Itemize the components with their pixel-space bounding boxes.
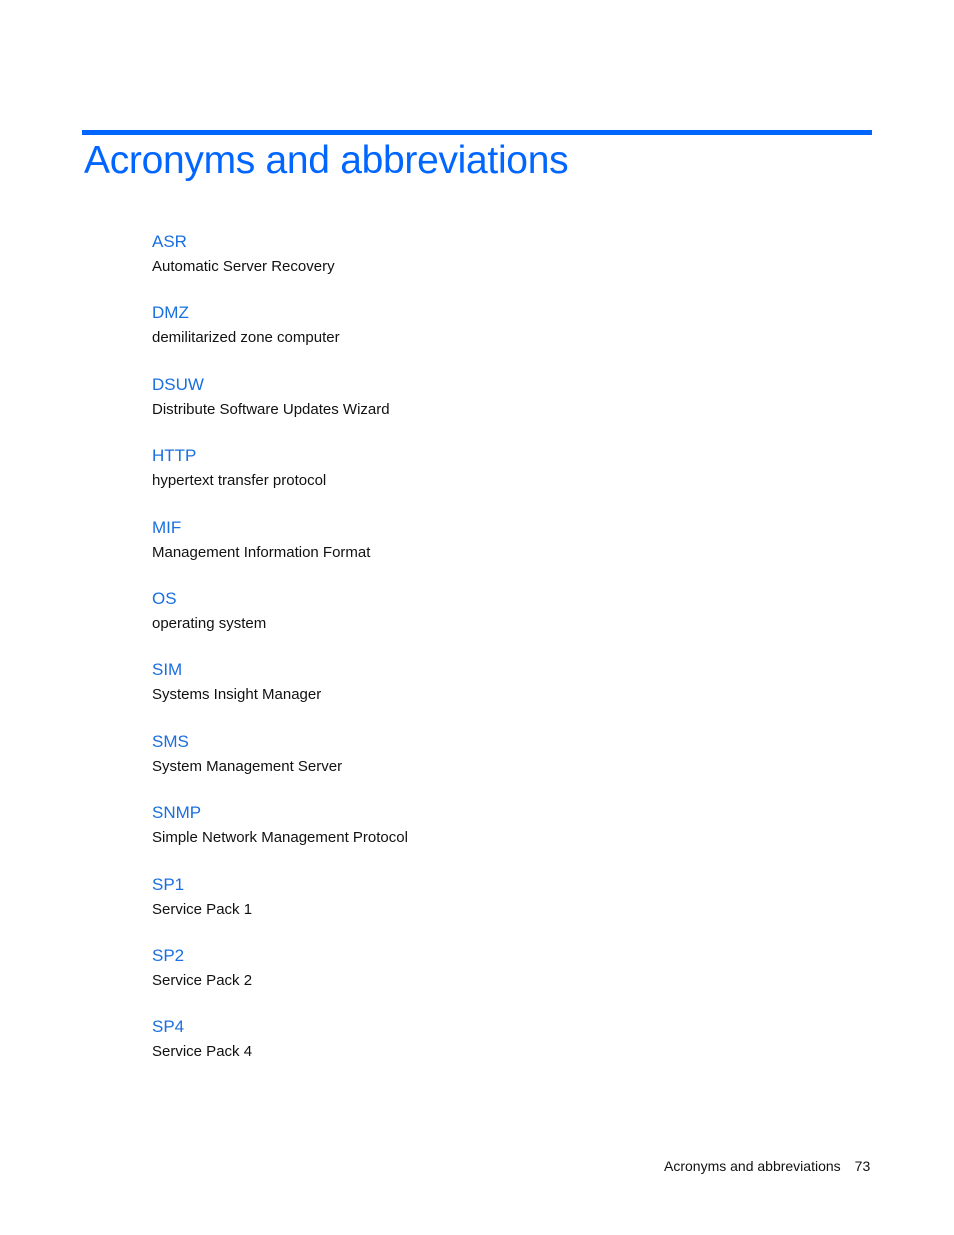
acronym-definition: Automatic Server Recovery bbox=[152, 258, 335, 275]
acronym-entry: SP1 Service Pack 1 bbox=[152, 873, 408, 944]
acronym-term[interactable]: SP1 bbox=[152, 873, 408, 901]
acronym-entry: DMZ demilitarized zone computer bbox=[152, 301, 408, 372]
acronym-term[interactable]: SNMP bbox=[152, 801, 408, 829]
acronym-definition: demilitarized zone computer bbox=[152, 329, 340, 347]
acronym-entry: OS operating system bbox=[152, 587, 408, 658]
acronym-list: ASR Automatic Server Recovery DMZ demili… bbox=[152, 230, 408, 1087]
page-title: Acronyms and abbreviations bbox=[84, 139, 569, 182]
acronym-definition: Distribute Software Updates Wizard bbox=[152, 400, 390, 418]
acronym-entry: SNMP Simple Network Management Protocol bbox=[152, 801, 408, 872]
title-rule bbox=[82, 130, 872, 135]
acronym-definition: Management Information Format bbox=[152, 543, 371, 561]
acronym-definition: System Management Server bbox=[152, 757, 343, 775]
acronym-entry: MIF Management Information Format bbox=[152, 516, 408, 587]
acronym-definition: Service Pack 1 bbox=[152, 900, 253, 918]
page-number: 73 bbox=[854, 1158, 871, 1174]
acronym-entry: ASR Automatic Server Recovery bbox=[152, 230, 408, 301]
acronym-definition: hypertext transfer protocol bbox=[152, 472, 327, 490]
acronym-term[interactable]: DSUW bbox=[152, 373, 408, 401]
acronym-definition: Service Pack 2 bbox=[152, 971, 253, 989]
acronym-term[interactable]: SP4 bbox=[152, 1015, 408, 1043]
acronym-term[interactable]: SIM bbox=[152, 658, 408, 686]
acronym-definition: Service Pack 4 bbox=[152, 1043, 253, 1061]
acronym-term[interactable]: DMZ bbox=[152, 301, 408, 329]
acronym-term[interactable]: ASR bbox=[152, 230, 408, 258]
acronym-entry: SP2 Service Pack 2 bbox=[152, 944, 408, 1015]
acronym-term[interactable]: SMS bbox=[152, 730, 408, 758]
acronym-entry: DSUW Distribute Software Updates Wizard bbox=[152, 373, 408, 444]
acronym-term[interactable]: OS bbox=[152, 587, 408, 615]
acronym-entry: HTTP hypertext transfer protocol bbox=[152, 444, 408, 515]
acronym-term[interactable]: HTTP bbox=[152, 444, 408, 472]
footer-section-title: Acronyms and abbreviations bbox=[664, 1158, 841, 1174]
acronym-entry: SP4 Service Pack 4 bbox=[152, 1015, 408, 1086]
acronym-term[interactable]: MIF bbox=[152, 516, 408, 544]
acronym-definition: operating system bbox=[152, 614, 267, 632]
acronym-definition: Systems Insight Manager bbox=[152, 686, 322, 704]
acronym-term[interactable]: SP2 bbox=[152, 944, 408, 972]
acronym-definition: Simple Network Management Protocol bbox=[152, 829, 408, 847]
page-footer: Acronyms and abbreviations 73 bbox=[664, 1158, 870, 1174]
acronym-entry: SMS System Management Server bbox=[152, 730, 408, 801]
acronym-entry: SIM Systems Insight Manager bbox=[152, 658, 408, 729]
